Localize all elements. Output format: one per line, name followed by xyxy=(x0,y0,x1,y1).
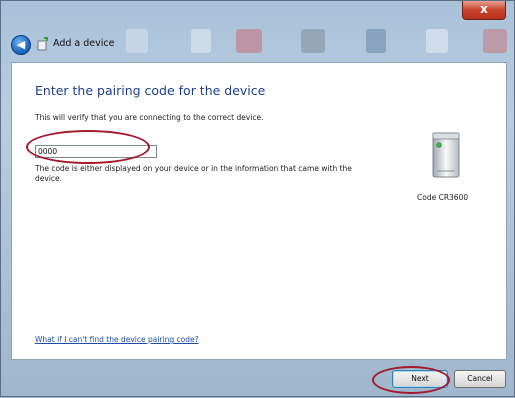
pairing-code-help-link[interactable]: What if I can't find the device pairing … xyxy=(35,335,199,344)
pairing-code-help-text: The code is either displayed on your dev… xyxy=(35,164,352,183)
background-blur xyxy=(126,29,148,53)
code-input-highlight-ellipse xyxy=(26,130,150,164)
wizard-content: Enter the pairing code for the device Th… xyxy=(11,62,507,360)
add-device-icon xyxy=(37,37,48,51)
next-button-highlight-ellipse xyxy=(372,366,450,394)
back-arrow-icon[interactable]: ◀ xyxy=(11,35,31,55)
window-title: Add a device xyxy=(53,38,115,49)
background-blur xyxy=(366,29,386,53)
cancel-button[interactable]: Cancel xyxy=(454,370,506,388)
background-blur xyxy=(301,29,325,53)
device-label: Code CR3600 xyxy=(417,193,469,202)
background-blur xyxy=(191,29,211,53)
page-description: This will verify that you are connecting… xyxy=(35,113,264,122)
page-heading: Enter the pairing code for the device xyxy=(35,83,266,98)
printer-device-icon xyxy=(432,132,460,178)
add-device-window: x ◀ Add a device Enter the pairing code … xyxy=(0,0,515,397)
background-blur xyxy=(426,29,448,53)
background-blur xyxy=(236,29,262,53)
close-button[interactable]: x xyxy=(462,1,506,20)
background-blur xyxy=(483,29,507,53)
